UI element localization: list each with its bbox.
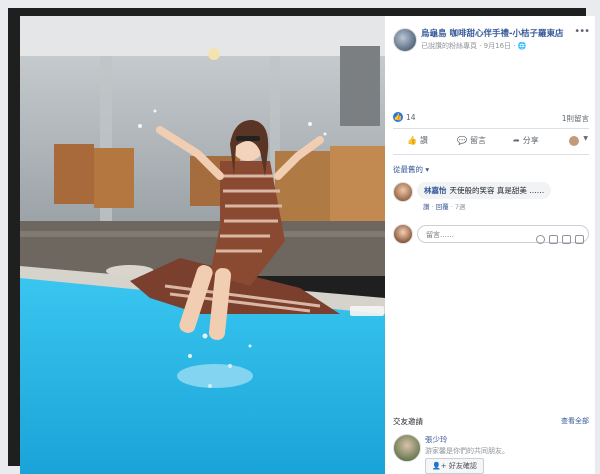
comment-bubble: 林嘉怡 天使般的笑容 真是甜美 ……	[417, 182, 552, 199]
comment-icon: 💬	[457, 136, 467, 145]
comment-label: 留言	[469, 136, 486, 145]
action-bar: 👍 讚 💬 留言 ➦ 分享 ▼	[393, 132, 589, 150]
like-button[interactable]: 👍 讚	[407, 135, 428, 146]
share-label: 分享	[522, 136, 539, 145]
emoji-icon[interactable]	[536, 235, 545, 244]
page-avatar[interactable]	[393, 28, 417, 52]
like-label: 讚	[419, 136, 428, 145]
user-avatar	[393, 224, 413, 244]
see-all-link[interactable]: 查看全部	[561, 416, 589, 426]
viewer-avatar[interactable]	[569, 136, 579, 146]
commenter-avatar[interactable]	[393, 182, 413, 202]
confirm-label: 好友確認	[448, 462, 477, 470]
comment-count[interactable]: 1則留言	[562, 113, 589, 124]
photo-illustration	[20, 16, 385, 474]
post-header: 烏龜島 咖啡甜心伴手禮-小桔子羅東店 已說讚的粉絲專頁 · 9月16日 · 🌐 …	[393, 26, 590, 56]
friend-name[interactable]: 張少玲	[425, 434, 448, 445]
confirm-friend-button[interactable]: 👤+ 好友確認	[425, 458, 484, 474]
post-photo[interactable]	[20, 16, 385, 474]
comment-sort-dropdown[interactable]: 從最舊的 ▾	[393, 164, 429, 175]
comment-button[interactable]: 💬 留言	[457, 135, 486, 146]
comment-item: 林嘉怡 天使般的笑容 真是甜美 …… 讚 · 回覆 · 7週	[393, 180, 589, 212]
comment-composer	[393, 224, 589, 244]
sticker-icon[interactable]	[575, 235, 584, 244]
camera-icon[interactable]	[549, 235, 558, 244]
photo-viewer: 烏龜島 咖啡甜心伴手禮-小桔子羅東店 已說讚的粉絲專頁 · 9月16日 · 🌐 …	[8, 8, 595, 474]
comment-time[interactable]: 7週	[455, 203, 466, 211]
friend-requests-title: 交友邀請	[393, 417, 423, 426]
post-meta-text: 已說讚的粉絲專頁 · 9月16日 ·	[421, 42, 518, 50]
reaction-count[interactable]: 14	[406, 113, 416, 122]
chevron-down-icon[interactable]: ▼	[583, 135, 588, 142]
divider	[393, 154, 589, 155]
post-meta: 已說讚的粉絲專頁 · 9月16日 · 🌐	[421, 41, 526, 51]
friend-avatar[interactable]	[393, 434, 421, 462]
gif-icon[interactable]	[562, 235, 571, 244]
share-icon: ➦	[513, 136, 520, 145]
more-options-icon[interactable]: •••	[574, 26, 590, 37]
composer-icons	[532, 229, 584, 244]
comment-like-link[interactable]: 讚	[423, 203, 430, 211]
post-sidebar: 烏龜島 咖啡甜心伴手禮-小桔子羅東店 已說讚的粉絲專頁 · 9月16日 · 🌐 …	[385, 16, 595, 474]
comment-meta: 讚 · 回覆 · 7週	[423, 203, 466, 211]
like-reaction-icon: 👍	[393, 112, 403, 122]
share-button[interactable]: ➦ 分享	[513, 135, 539, 146]
globe-icon: 🌐	[517, 42, 527, 50]
comment-input-box[interactable]	[417, 225, 589, 244]
page-name-link[interactable]: 烏龜島 咖啡甜心伴手禮-小桔子羅東店	[421, 27, 564, 39]
reaction-summary: 👍 14 1則留言	[393, 112, 589, 126]
divider	[393, 128, 589, 129]
comment-text: 天使般的笑容 真是甜美 ……	[449, 186, 545, 195]
commenter-name[interactable]: 林嘉怡	[424, 186, 447, 195]
comment-input[interactable]	[424, 228, 512, 241]
thumbs-up-icon: 👍	[407, 136, 417, 145]
add-friend-icon: 👤+	[432, 462, 447, 470]
mutual-friend-text: 游家馨是你們的共同朋友。	[425, 447, 509, 455]
comment-reply-link[interactable]: 回覆	[436, 203, 449, 211]
